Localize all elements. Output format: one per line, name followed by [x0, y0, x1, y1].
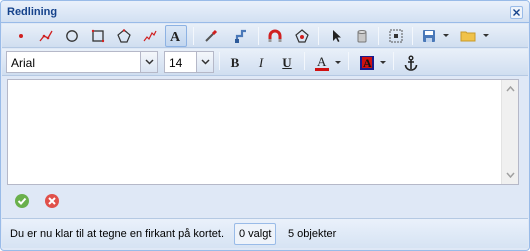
font-size-value: 14: [169, 56, 183, 70]
toolbar-separator: [193, 27, 194, 45]
red-polyline-icon: [39, 30, 53, 42]
editor-scrollbar[interactable]: [501, 80, 518, 184]
font-size-select[interactable]: 14: [164, 51, 214, 73]
polygon-icon: [117, 29, 131, 43]
eyedropper-tool-button[interactable]: [200, 25, 222, 47]
folder-icon: [460, 31, 476, 42]
highlight-color-icon: A: [360, 56, 374, 70]
vertex-tool-button[interactable]: [291, 25, 313, 47]
vertex-edit-icon: [295, 29, 309, 43]
point-tool-button[interactable]: [10, 25, 32, 47]
toolbar-separator: [393, 52, 394, 70]
anchor-icon: [404, 55, 418, 71]
red-x-icon: [45, 194, 59, 208]
font-color-icon: A: [315, 54, 329, 71]
freehand-tool-button[interactable]: [139, 25, 161, 47]
highlight-color-dropdown-arrow[interactable]: [380, 61, 386, 64]
text-tool-button[interactable]: A: [165, 25, 187, 47]
toolbar-separator: [378, 27, 379, 45]
chevron-down-icon: [200, 59, 210, 65]
polygon-tool-button[interactable]: [113, 25, 135, 47]
highlight-color-button[interactable]: A: [356, 52, 378, 74]
svg-text:A: A: [317, 54, 327, 69]
drawing-toolbar: A: [2, 24, 528, 48]
trash-can-icon: [357, 30, 367, 43]
red-point-icon: [19, 34, 23, 38]
save-dropdown-arrow[interactable]: [443, 34, 449, 37]
circle-icon: [66, 30, 78, 42]
svg-text:A: A: [363, 56, 372, 70]
cancel-button[interactable]: [43, 192, 61, 210]
scroll-up-icon[interactable]: [506, 86, 515, 92]
open-dropdown-arrow[interactable]: [483, 34, 489, 37]
italic-button[interactable]: I: [251, 53, 271, 73]
toolbar-separator: [348, 52, 349, 70]
green-check-icon: [15, 194, 29, 208]
square-icon: [91, 29, 105, 43]
font-color-dropdown-arrow[interactable]: [335, 61, 341, 64]
format-toolbar: Arial 14 B I U A A: [2, 49, 528, 76]
open-tool-button[interactable]: [457, 25, 479, 47]
edit-shape-icon: [235, 29, 246, 43]
circle-tool-button[interactable]: [61, 25, 83, 47]
pipette-icon: [205, 29, 218, 42]
line-tool-button[interactable]: [35, 25, 57, 47]
text-a-icon: A: [170, 30, 181, 44]
toolbar-separator: [412, 27, 413, 45]
freehand-line-icon: [143, 30, 157, 42]
grid-tool-button[interactable]: [385, 25, 407, 47]
modify-tool-button[interactable]: [230, 25, 252, 47]
action-bar: [2, 189, 528, 213]
objects-count: 5 objekter: [288, 228, 337, 240]
pointer-icon: [333, 30, 341, 42]
toolbar-separator: [304, 52, 305, 70]
chevron-down-icon: [144, 59, 154, 65]
status-message: Du er nu klar til at tegne en firkant på…: [10, 228, 225, 240]
svg-text:A: A: [170, 30, 181, 44]
delete-tool-button[interactable]: [351, 25, 373, 47]
floppy-disk-icon: [423, 30, 435, 42]
window-title: Redlining: [7, 6, 58, 18]
toolbar-separator: [219, 52, 220, 70]
save-tool-button[interactable]: [418, 25, 440, 47]
select-tool-button[interactable]: [325, 25, 347, 47]
text-editor[interactable]: [7, 79, 519, 185]
status-bar: Du er nu klar til at tegne en firkant på…: [2, 218, 528, 248]
bold-button[interactable]: B: [225, 53, 245, 73]
window-titlebar: Redlining: [1, 1, 529, 23]
close-button[interactable]: [510, 6, 523, 19]
font-size-dropdown-button[interactable]: [196, 52, 213, 72]
font-family-value: Arial: [11, 56, 36, 70]
font-family-dropdown-button[interactable]: [140, 52, 157, 72]
underline-button[interactable]: U: [277, 53, 297, 73]
rectangle-tool-button[interactable]: [87, 25, 109, 47]
anchor-button[interactable]: [400, 52, 422, 74]
confirm-button[interactable]: [13, 192, 31, 210]
grid-select-icon: [389, 29, 403, 43]
redlining-window: Redlining A Arial 14 B I U A A Du er nu …: [0, 0, 530, 251]
scroll-down-icon[interactable]: [506, 172, 515, 178]
snap-tool-button[interactable]: [264, 25, 286, 47]
magnet-icon: [268, 29, 282, 42]
font-color-button[interactable]: A: [311, 52, 333, 74]
close-icon: [513, 9, 520, 16]
toolbar-separator: [258, 27, 259, 45]
font-family-select[interactable]: Arial: [6, 51, 158, 73]
selected-count-button[interactable]: 0 valgt: [234, 223, 277, 245]
toolbar-separator: [318, 27, 319, 45]
